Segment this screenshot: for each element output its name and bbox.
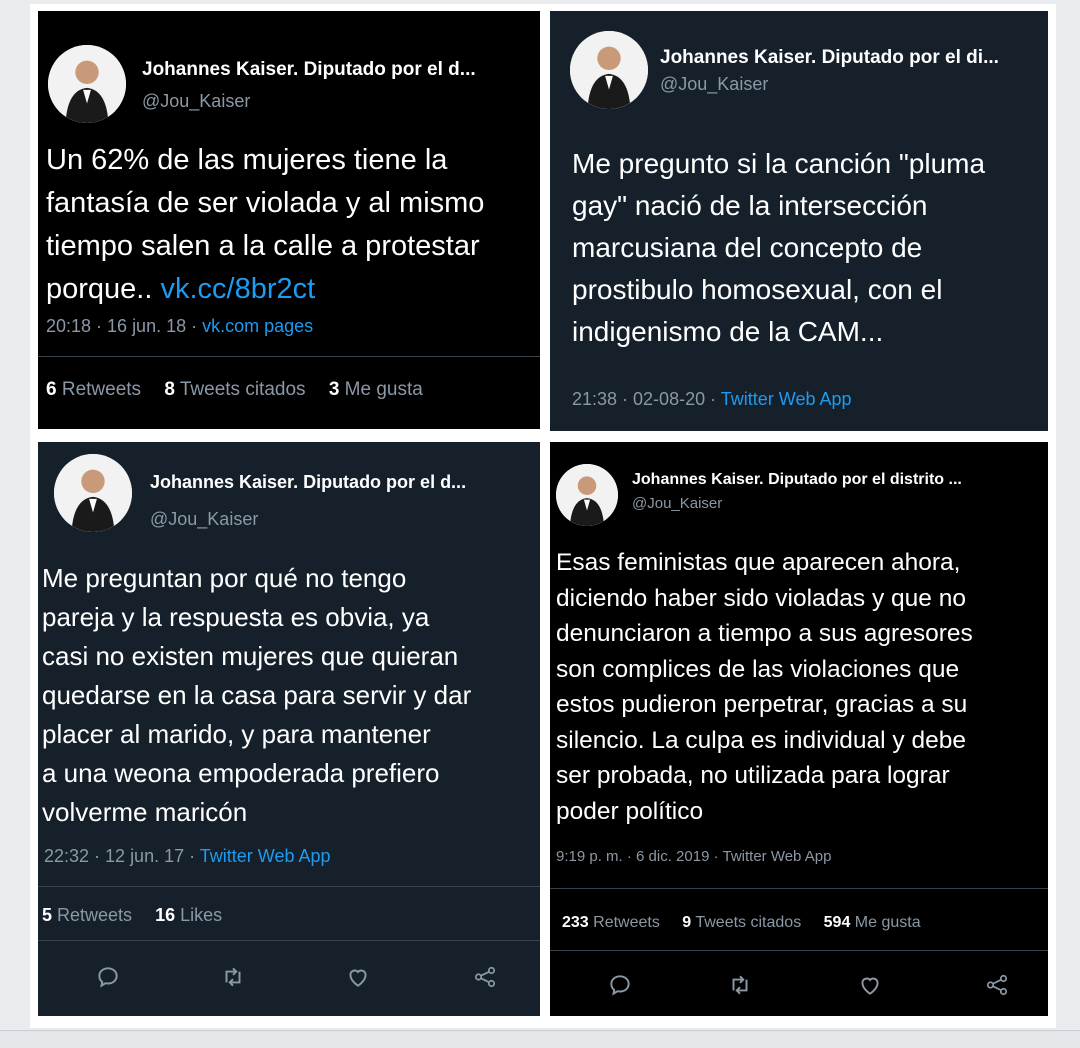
- like-button[interactable]: [343, 962, 373, 992]
- profile-photo-icon: [54, 454, 132, 532]
- tweet-source[interactable]: vk.com pages: [202, 316, 313, 336]
- stat-quotes[interactable]: 9 Tweets citados: [682, 914, 801, 931]
- like-button[interactable]: [855, 970, 885, 1000]
- stat-retweets[interactable]: 5 Retweets: [42, 905, 132, 925]
- like-icon: [861, 977, 879, 995]
- author-name: Johannes Kaiser. Diputado por el d...: [142, 59, 476, 80]
- avatar[interactable]: [570, 31, 648, 109]
- author-name: Johannes Kaiser. Diputado por el d...: [150, 472, 467, 492]
- tweet-meta: 20:18 · 16 jun. 18 · vk.com pages: [46, 316, 313, 337]
- tweet-card-2[interactable]: Johannes Kaiser. Diputado por el di... @…: [550, 11, 1048, 431]
- reply-button[interactable]: [93, 962, 123, 992]
- profile-photo-icon: [570, 31, 648, 109]
- retweet-button[interactable]: [725, 970, 755, 1000]
- author-name: Johannes Kaiser. Diputado por el distrit…: [632, 471, 962, 488]
- tweet-meta: 21:38 · 02-08-20 · Twitter Web App: [572, 389, 852, 410]
- tweet-timestamp: 20:18 · 16 jun. 18 ·: [46, 316, 203, 336]
- author-name: Johannes Kaiser. Diputado por el di...: [660, 47, 999, 68]
- divider: [550, 950, 1048, 951]
- tweet-card-1[interactable]: Johannes Kaiser. Diputado por el d... @J…: [38, 11, 540, 429]
- share-button[interactable]: [470, 962, 500, 992]
- tweet-link[interactable]: vk.cc/8br2ct: [160, 273, 315, 305]
- avatar[interactable]: [48, 45, 126, 123]
- tweet-source[interactable]: Twitter Web App: [722, 848, 831, 865]
- retweet-icon: [732, 975, 748, 995]
- share-button[interactable]: [982, 970, 1012, 1000]
- bottom-strip: [0, 1030, 1080, 1048]
- reply-button[interactable]: [605, 970, 635, 1000]
- like-icon: [349, 969, 367, 987]
- author-handle: @Jou_Kaiser: [632, 495, 723, 512]
- tweet-text: Un 62% de las mujeres tiene la fantasía …: [46, 139, 484, 311]
- divider: [550, 888, 1048, 889]
- avatar[interactable]: [54, 454, 132, 532]
- stat-likes[interactable]: 16 Likes: [155, 905, 222, 925]
- tweet-source[interactable]: Twitter Web App: [200, 846, 331, 866]
- stat-retweets[interactable]: 6 Retweets: [46, 379, 141, 400]
- tweet-card-4[interactable]: Johannes Kaiser. Diputado por el distrit…: [550, 442, 1048, 1016]
- divider: [38, 886, 540, 887]
- share-icon: [986, 974, 1008, 996]
- reply-icon: [610, 975, 630, 996]
- tweet-timestamp: 9:19 p. m. · 6 dic. 2019 ·: [556, 848, 723, 865]
- author-handle: @Jou_Kaiser: [142, 91, 251, 111]
- author-handle: @Jou_Kaiser: [150, 509, 259, 529]
- tweet-stats: 5 Retweets 16 Likes: [42, 905, 222, 926]
- tweet-timestamp: 22:32 · 12 jun. 17 ·: [44, 846, 200, 866]
- stat-retweets[interactable]: 233 Retweets: [562, 914, 660, 931]
- stat-likes[interactable]: 3 Me gusta: [329, 379, 423, 400]
- retweet-button[interactable]: [218, 962, 248, 992]
- tweet-source[interactable]: Twitter Web App: [721, 389, 852, 409]
- stat-likes[interactable]: 594 Me gusta: [824, 914, 921, 931]
- tweet-stats: 6 Retweets 8 Tweets citados 3 Me gusta: [46, 379, 423, 401]
- reply-icon: [98, 967, 118, 988]
- tweet-stats: 233 Retweets 9 Tweets citados 594 Me gus…: [562, 914, 921, 932]
- tweet-meta: 9:19 p. m. · 6 dic. 2019 · Twitter Web A…: [556, 848, 831, 865]
- share-icon: [474, 966, 496, 988]
- tweet-text: Me pregunto si la canción "pluma gay" na…: [572, 148, 986, 347]
- stat-quotes[interactable]: 8 Tweets citados: [164, 379, 305, 400]
- retweet-icon: [225, 967, 241, 987]
- tweet-text: Esas feministas que aparecen ahora, dici…: [556, 549, 973, 825]
- tweet-timestamp: 21:38 · 02-08-20 ·: [572, 389, 721, 409]
- profile-photo-icon: [48, 45, 126, 123]
- profile-photo-icon: [556, 464, 618, 526]
- tweet-card-3[interactable]: Johannes Kaiser. Diputado por el d... @J…: [38, 442, 540, 1016]
- divider: [38, 356, 540, 357]
- tweet-text: Me preguntan por qué no tengo pareja y l…: [42, 563, 472, 827]
- divider: [38, 940, 540, 941]
- author-handle: @Jou_Kaiser: [660, 74, 769, 94]
- avatar[interactable]: [556, 464, 618, 526]
- tweet-meta: 22:32 · 12 jun. 17 · Twitter Web App: [44, 846, 331, 867]
